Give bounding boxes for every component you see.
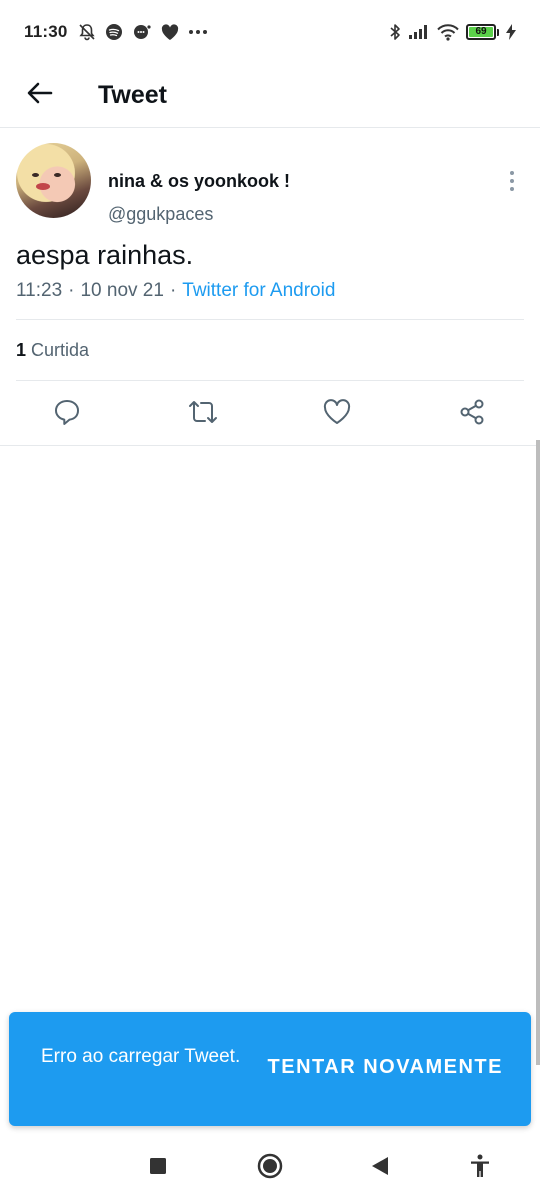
like-button[interactable]	[321, 398, 353, 430]
display-name[interactable]: nina & os yoonkook !	[108, 171, 290, 192]
avatar[interactable]	[16, 143, 91, 218]
meta-separator: ·	[68, 280, 75, 301]
battery-level: 69	[475, 26, 487, 37]
avatar-eye	[32, 173, 39, 177]
battery-body: 69	[466, 24, 496, 40]
notification-icons	[78, 23, 208, 41]
more-dots-icon	[188, 29, 208, 35]
battery-fill: 69	[469, 27, 493, 37]
app-header: Tweet	[0, 64, 540, 128]
tweet-detail: nina & os yoonkook ! @ggukpaces aespa ra…	[0, 128, 540, 446]
like-icon	[323, 398, 351, 430]
battery-indicator: 69	[466, 24, 499, 40]
signal-icon	[408, 24, 430, 40]
more-vertical-icon	[510, 171, 514, 175]
tweet-time: 11:23	[16, 280, 63, 301]
system-nav-bar	[0, 1136, 540, 1200]
error-snackbar: Erro ao carregar Tweet. TENTAR NOVAMENTE	[9, 1012, 531, 1126]
more-dot	[510, 179, 514, 183]
page-title: Tweet	[98, 81, 167, 109]
status-time: 11:30	[24, 22, 68, 41]
user-handle[interactable]: @ggukpaces	[108, 204, 213, 225]
spotify-icon	[105, 23, 123, 41]
nav-back-button[interactable]	[366, 1154, 394, 1182]
tweet-actions	[0, 388, 540, 440]
home-circle-icon	[257, 1153, 283, 1184]
reply-icon	[53, 398, 81, 431]
system-icons: 69	[389, 23, 516, 41]
retweet-button[interactable]	[187, 398, 219, 430]
tweet-text: aespa rainhas.	[16, 240, 194, 270]
author-row: nina & os yoonkook ! @ggukpaces	[16, 143, 524, 225]
likes-count: 1	[16, 340, 27, 360]
avatar-mouth	[36, 183, 50, 190]
reply-button[interactable]	[51, 398, 83, 430]
recents-square-icon	[149, 1157, 167, 1180]
home-button[interactable]	[256, 1153, 284, 1184]
retweet-icon	[188, 399, 218, 430]
retry-button[interactable]: TENTAR NOVAMENTE	[268, 1056, 503, 1079]
accessibility-icon	[469, 1154, 491, 1183]
tweet-date: 10 nov 21	[80, 280, 164, 301]
heart-icon	[161, 23, 179, 41]
divider	[16, 380, 524, 381]
recents-button[interactable]	[144, 1154, 172, 1182]
more-options-button[interactable]	[500, 169, 524, 193]
back-triangle-icon	[371, 1156, 389, 1181]
tweet-source-link[interactable]: Twitter for Android	[182, 280, 335, 302]
wifi-icon	[437, 23, 459, 41]
avatar-eye	[54, 173, 61, 177]
tweet-meta: 11:23 · 10 nov 21 · Twitter for Android	[16, 280, 335, 302]
likes-label: Curtida	[31, 340, 90, 360]
divider	[16, 319, 524, 320]
scrollbar[interactable]	[536, 440, 540, 1065]
bluetooth-icon	[389, 23, 401, 41]
likes-row[interactable]: 1 Curtida	[16, 340, 89, 361]
share-button[interactable]	[456, 398, 488, 430]
snackbar-message: Erro ao carregar Tweet.	[41, 1046, 241, 1067]
back-button[interactable]	[0, 64, 80, 128]
chat-bubble-icon	[132, 23, 152, 41]
share-icon	[458, 398, 486, 431]
accessibility-button[interactable]	[466, 1154, 494, 1182]
meta-separator: ·	[169, 280, 177, 301]
more-dot	[510, 187, 514, 191]
status-bar: 11:30 69	[0, 0, 540, 64]
arrow-left-icon	[27, 82, 53, 109]
charging-bolt-icon	[506, 24, 516, 40]
battery-tip	[497, 28, 499, 36]
bell-off-icon	[78, 23, 96, 41]
